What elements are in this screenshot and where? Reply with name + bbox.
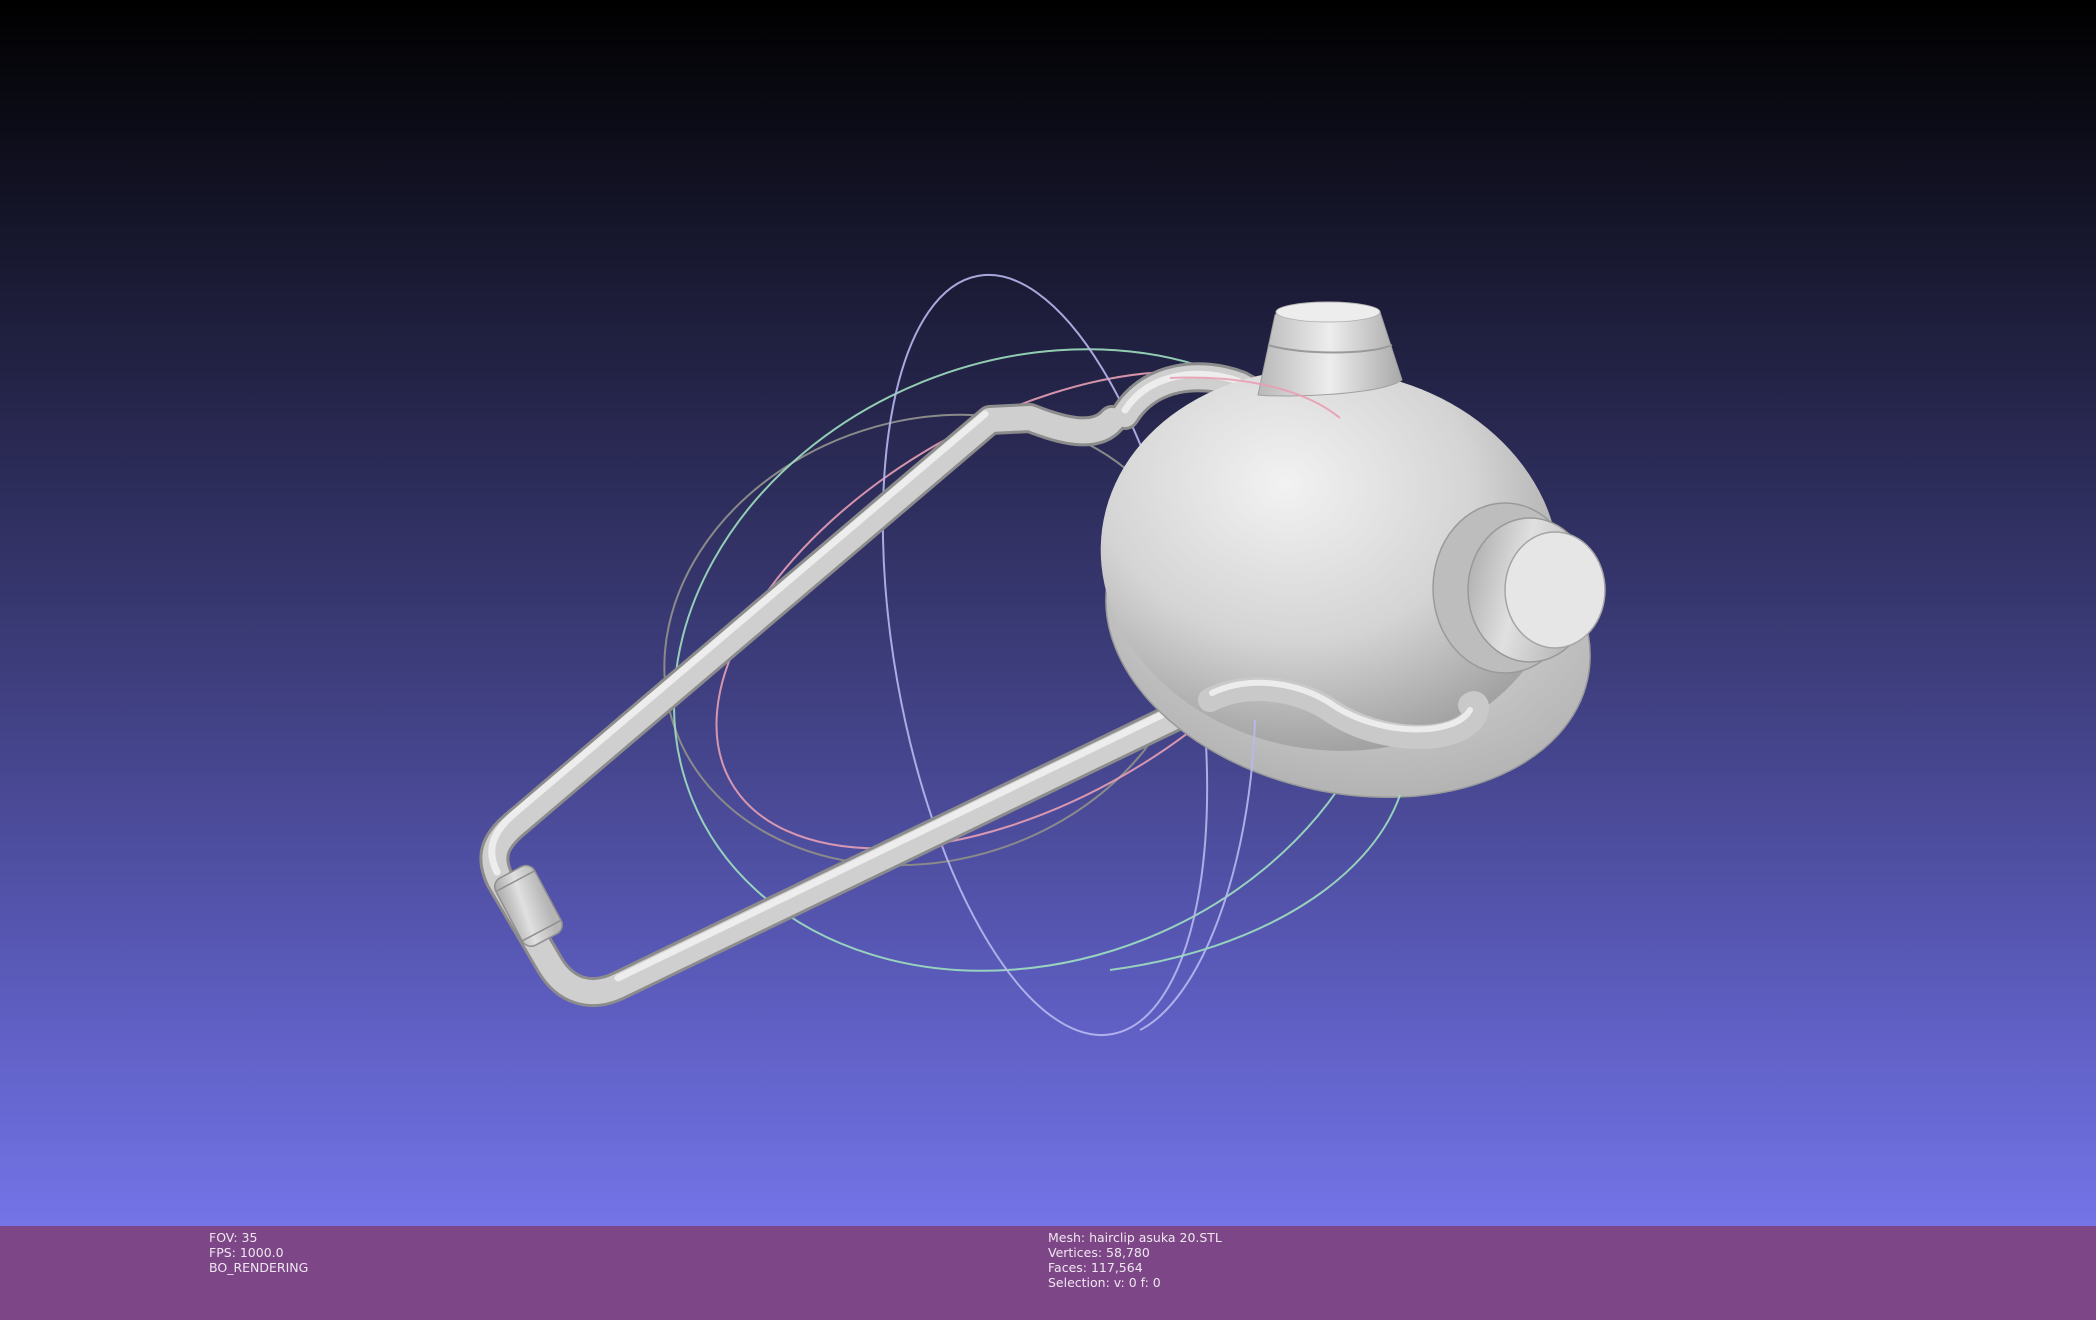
vertices-label: Vertices: 58,780 bbox=[1048, 1245, 1150, 1260]
trackball-z-ring-front bbox=[1139, 719, 1256, 1031]
render-info: FOV: 35 FPS: 1000.0 BO_RENDERING bbox=[209, 1230, 308, 1275]
top-cap-top bbox=[1275, 301, 1381, 323]
faces-label: Faces: 117,564 bbox=[1048, 1260, 1143, 1275]
meshlab-window: FOV: 35 FPS: 1000.0 BO_RENDERING Mesh: h… bbox=[0, 0, 2096, 1320]
mesh-name-label: Mesh: hairclip asuka 20.STL bbox=[1048, 1230, 1222, 1245]
3d-viewport[interactable] bbox=[0, 0, 2096, 1226]
status-bar: FOV: 35 FPS: 1000.0 BO_RENDERING Mesh: h… bbox=[0, 1226, 2096, 1320]
mesh-info: Mesh: hairclip asuka 20.STL Vertices: 58… bbox=[1048, 1230, 1222, 1290]
side-button-cap bbox=[1504, 531, 1606, 649]
selection-label: Selection: v: 0 f: 0 bbox=[1048, 1275, 1161, 1290]
fov-label: FOV: 35 bbox=[209, 1230, 258, 1245]
trackball-y-ring-front bbox=[1109, 794, 1401, 971]
mesh-hairclip[interactable] bbox=[479, 301, 1622, 1008]
render-mode-label: BO_RENDERING bbox=[209, 1260, 309, 1275]
scene-canvas[interactable] bbox=[0, 0, 2096, 1226]
fps-label: FPS: 1000.0 bbox=[209, 1245, 284, 1260]
